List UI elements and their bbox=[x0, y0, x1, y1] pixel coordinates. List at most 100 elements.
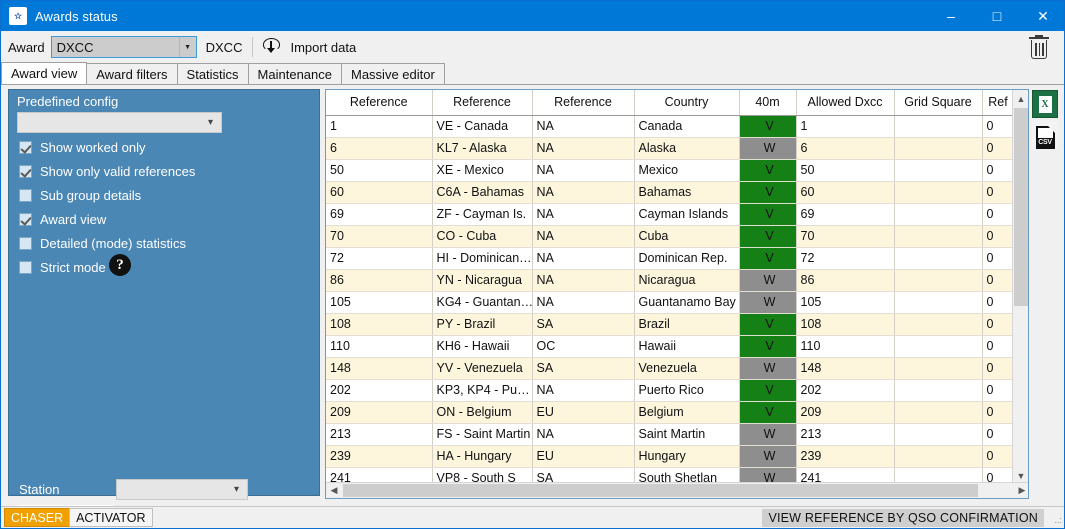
scroll-right-icon[interactable]: ▶ bbox=[1014, 483, 1028, 498]
checkbox-icon[interactable] bbox=[19, 188, 32, 202]
cell-allowed-dxcc: 72 bbox=[796, 247, 895, 270]
cell-allowed-dxcc: 110 bbox=[796, 335, 895, 358]
cell-prefix: KG4 - Guantan… bbox=[432, 291, 533, 314]
tab-massive-editor[interactable]: Massive editor bbox=[341, 63, 445, 84]
checkbox-sub-group-details[interactable]: Sub group details bbox=[19, 186, 141, 204]
window-controls: – □ ✕ bbox=[928, 1, 1064, 31]
checkbox-show-worked-only[interactable]: Show worked only bbox=[19, 138, 146, 156]
checkbox-label: Detailed (mode) statistics bbox=[40, 235, 186, 251]
horizontal-scrollbar[interactable]: ◀ ▶ bbox=[326, 482, 1028, 498]
checkbox-detailed-mode-statistics[interactable]: Detailed (mode) statistics bbox=[19, 234, 186, 252]
tab-statistics[interactable]: Statistics bbox=[176, 63, 249, 84]
cell-country: Saint Martin bbox=[634, 423, 740, 446]
cell-allowed-dxcc: 1 bbox=[796, 115, 895, 138]
minimize-button[interactable]: – bbox=[928, 1, 974, 31]
cell-40m-status: W bbox=[739, 423, 797, 446]
table-row[interactable]: 239 HA - Hungary EU Hungary W 239 0 bbox=[326, 445, 1015, 468]
cell-ref: 0 bbox=[982, 203, 1015, 226]
status-message: VIEW REFERENCE BY QSO CONFIRMATION bbox=[762, 509, 1044, 527]
col-40m[interactable]: 40m bbox=[739, 90, 797, 116]
checkbox-icon[interactable] bbox=[19, 164, 32, 178]
chevron-down-icon[interactable]: ▼ bbox=[178, 37, 196, 57]
cell-reference: 209 bbox=[326, 401, 433, 424]
vertical-scrollbar[interactable]: ▲ ▼ bbox=[1012, 90, 1028, 484]
toolbar-separator bbox=[252, 37, 254, 57]
table-row[interactable]: 148 YV - Venezuela SA Venezuela W 148 0 bbox=[326, 357, 1015, 380]
cell-country: Dominican Rep. bbox=[634, 247, 740, 270]
cell-country: Hungary bbox=[634, 445, 740, 468]
cell-country: Nicaragua bbox=[634, 269, 740, 292]
close-button[interactable]: ✕ bbox=[1020, 1, 1064, 31]
resize-grip-icon[interactable]: ..: bbox=[1054, 515, 1062, 525]
checkbox-show-only-valid-references[interactable]: Show only valid references bbox=[19, 162, 195, 180]
import-data-button[interactable]: Import data bbox=[290, 40, 356, 55]
cell-reference: 6 bbox=[326, 137, 433, 160]
checkbox-strict-mode[interactable]: Strict mode bbox=[19, 258, 106, 276]
col-grid-square[interactable]: Grid Square bbox=[894, 90, 983, 116]
award-select-value: DXCC bbox=[56, 39, 94, 55]
table-row[interactable]: 213 FS - Saint Martin NA Saint Martin W 213 0 bbox=[326, 423, 1015, 446]
checkbox-award-view[interactable]: Award view bbox=[19, 210, 106, 228]
cell-grid-square bbox=[894, 115, 983, 138]
col-reference-3[interactable]: Reference bbox=[532, 90, 635, 116]
tab-maintenance[interactable]: Maintenance bbox=[247, 63, 342, 84]
table-row[interactable]: 6 KL7 - Alaska NA Alaska W 6 0 bbox=[326, 137, 1015, 160]
cell-prefix: KL7 - Alaska bbox=[432, 137, 533, 160]
tab-chaser[interactable]: CHASER bbox=[4, 508, 71, 527]
tab-award-view[interactable]: Award view bbox=[1, 62, 88, 84]
table-row[interactable]: 110 KH6 - Hawaii OC Hawaii V 110 0 bbox=[326, 335, 1015, 358]
table-row[interactable]: 50 XE - Mexico NA Mexico V 50 0 bbox=[326, 159, 1015, 182]
cell-reference: 213 bbox=[326, 423, 433, 446]
cell-grid-square bbox=[894, 247, 983, 270]
col-allowed-dxcc[interactable]: Allowed Dxcc bbox=[796, 90, 895, 116]
cell-allowed-dxcc: 239 bbox=[796, 445, 895, 468]
table-row[interactable]: 70 CO - Cuba NA Cuba V 70 0 bbox=[326, 225, 1015, 248]
tab-activator[interactable]: ACTIVATOR bbox=[69, 508, 153, 527]
table-row[interactable]: 1 VE - Canada NA Canada V 1 0 bbox=[326, 115, 1015, 138]
cell-allowed-dxcc: 86 bbox=[796, 269, 895, 292]
table-row[interactable]: 209 ON - Belgium EU Belgium V 209 0 bbox=[326, 401, 1015, 424]
checkbox-icon[interactable] bbox=[19, 236, 32, 250]
maximize-button[interactable]: □ bbox=[974, 1, 1020, 31]
checkbox-icon[interactable] bbox=[19, 212, 32, 226]
col-reference-1[interactable]: Reference bbox=[326, 90, 433, 116]
cell-allowed-dxcc: 6 bbox=[796, 137, 895, 160]
col-ref[interactable]: Ref bbox=[982, 90, 1015, 116]
cell-reference: 70 bbox=[326, 225, 433, 248]
table-row[interactable]: 72 HI - Dominican… NA Dominican Rep. V 72 0 bbox=[326, 247, 1015, 270]
vertical-scroll-thumb[interactable] bbox=[1014, 108, 1028, 306]
question-mark-icon[interactable]: ? bbox=[109, 254, 131, 276]
import-cloud-icon[interactable] bbox=[263, 37, 283, 57]
cell-grid-square bbox=[894, 181, 983, 204]
cell-grid-square bbox=[894, 291, 983, 314]
station-select[interactable]: ▾ bbox=[116, 479, 248, 500]
cell-40m-status: W bbox=[739, 137, 797, 160]
tab-award-filters[interactable]: Award filters bbox=[86, 63, 178, 84]
table-row[interactable]: 86 YN - Nicaragua NA Nicaragua W 86 0 bbox=[326, 269, 1015, 292]
excel-export-icon[interactable]: X bbox=[1032, 90, 1058, 118]
cell-40m-status: V bbox=[739, 401, 797, 424]
horizontal-scroll-thumb[interactable] bbox=[343, 484, 978, 497]
csv-label: CSV bbox=[1037, 138, 1053, 147]
scroll-left-icon[interactable]: ◀ bbox=[326, 483, 342, 498]
csv-export-icon[interactable]: CSV bbox=[1032, 121, 1058, 149]
checkbox-icon[interactable] bbox=[19, 260, 32, 274]
trash-icon[interactable] bbox=[1028, 35, 1050, 60]
table-row[interactable]: 108 PY - Brazil SA Brazil V 108 0 bbox=[326, 313, 1015, 336]
table-row[interactable]: 202 KP3, KP4 - Pu… NA Puerto Rico V 202 0 bbox=[326, 379, 1015, 402]
col-reference-2[interactable]: Reference bbox=[432, 90, 533, 116]
checkbox-label: Show worked only bbox=[40, 139, 146, 155]
cell-reference: 108 bbox=[326, 313, 433, 336]
col-country[interactable]: Country bbox=[634, 90, 740, 116]
table-row[interactable]: 60 C6A - Bahamas NA Bahamas V 60 0 bbox=[326, 181, 1015, 204]
cell-40m-status: V bbox=[739, 159, 797, 182]
cell-allowed-dxcc: 70 bbox=[796, 225, 895, 248]
cell-grid-square bbox=[894, 203, 983, 226]
table-row[interactable]: 69 ZF - Cayman Is. NA Cayman Islands V 69 0 bbox=[326, 203, 1015, 226]
table-row[interactable]: 105 KG4 - Guantan… NA Guantanamo Bay W 105 0 bbox=[326, 291, 1015, 314]
cell-reference: 110 bbox=[326, 335, 433, 358]
award-select[interactable]: DXCC ▼ bbox=[50, 36, 197, 58]
predefined-config-select[interactable]: ▾ bbox=[17, 112, 222, 133]
scroll-up-icon[interactable]: ▲ bbox=[1013, 90, 1028, 107]
checkbox-icon[interactable] bbox=[19, 140, 32, 154]
